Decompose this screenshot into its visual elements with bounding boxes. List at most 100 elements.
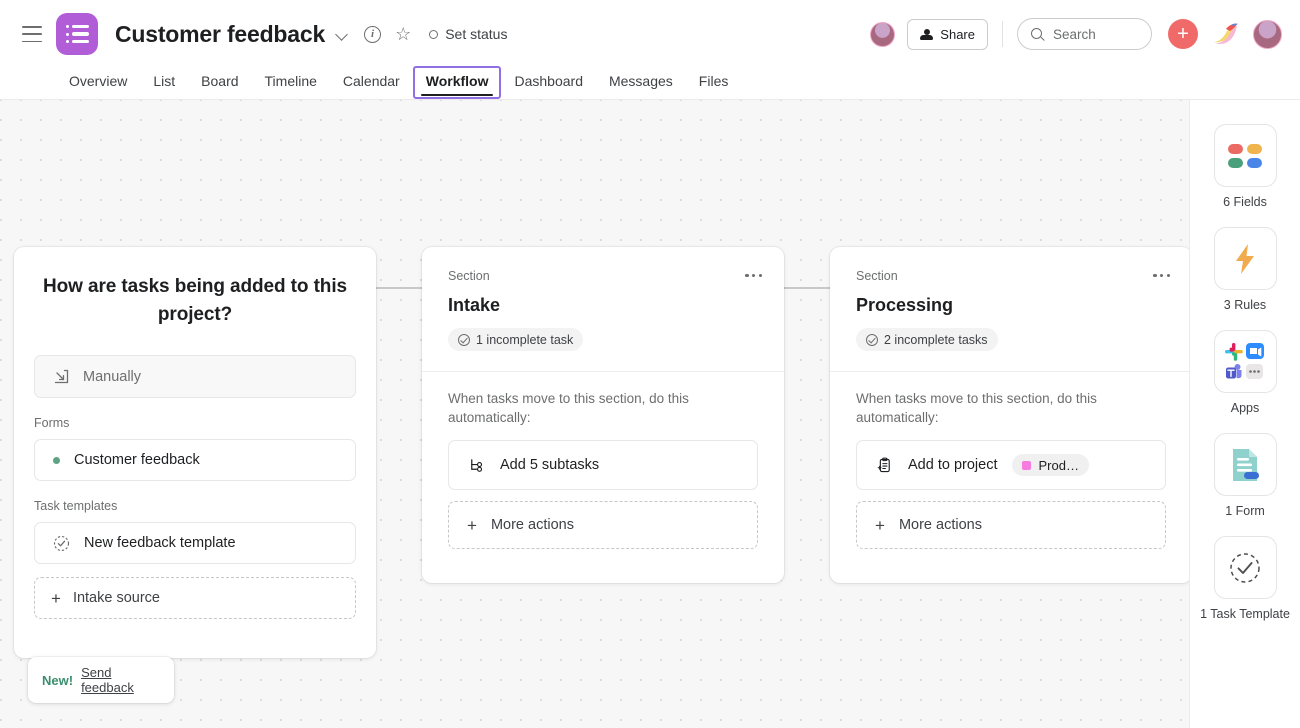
top-bar: Customer feedback i ☆ Set status Share S…: [0, 0, 1300, 68]
automation-hint: When tasks move to this section, do this…: [448, 389, 758, 427]
intake-template-label: New feedback template: [84, 535, 236, 551]
tab-files[interactable]: Files: [686, 73, 742, 99]
color-swatch-icon: [1022, 461, 1031, 470]
share-button[interactable]: Share: [907, 19, 988, 50]
tab-workflow[interactable]: Workflow: [413, 66, 502, 99]
list-project-icon[interactable]: [56, 13, 98, 55]
tab-bar: Overview List Board Timeline Calendar Wo…: [0, 62, 1300, 100]
info-circle-icon[interactable]: i: [364, 26, 381, 43]
rule-action-label: Add 5 subtasks: [500, 457, 599, 473]
sidebar-item-label: Apps: [1231, 400, 1260, 417]
apps-grid-icon: [1214, 330, 1277, 393]
intake-sources-card: How are tasks being added to this projec…: [14, 247, 376, 658]
sidebar-item-form[interactable]: 1 Form: [1199, 433, 1291, 520]
arrow-into-box-icon: [53, 368, 70, 385]
rule-action-label: Add to project: [908, 457, 997, 473]
right-sidebar: 6 Fields 3 Rules: [1189, 100, 1300, 728]
status-ring-icon: [429, 30, 438, 39]
add-intake-source-button[interactable]: + Intake source: [34, 577, 356, 619]
intake-form-label: Customer feedback: [74, 452, 200, 468]
sidebar-item-rules[interactable]: 3 Rules: [1199, 227, 1291, 314]
project-chip-label: Prod…: [1038, 458, 1078, 473]
comet-icon[interactable]: [1212, 23, 1239, 45]
status-badge: 2 incomplete tasks: [856, 328, 998, 351]
section-card-processing: Section Processing 2 incomplete tasks Wh…: [830, 247, 1189, 583]
form-document-icon: [1214, 433, 1277, 496]
intake-manually-item[interactable]: Manually: [34, 355, 356, 398]
more-actions-label: More actions: [491, 517, 574, 533]
feedback-toast: New! Send feedback: [28, 657, 174, 703]
star-outline-icon[interactable]: ☆: [395, 25, 411, 43]
add-to-project-icon: [876, 457, 893, 474]
avatar[interactable]: [870, 22, 895, 47]
project-chip[interactable]: Prod…: [1012, 454, 1088, 476]
section-name: Processing: [856, 295, 1166, 316]
sidebar-item-task-template[interactable]: 1 Task Template: [1199, 536, 1291, 623]
automation-hint: When tasks move to this section, do this…: [856, 389, 1166, 427]
section-header: Section Processing 2 incomplete tasks: [830, 247, 1189, 351]
dashed-check-circle-icon: [53, 535, 70, 552]
intake-card-title: How are tasks being added to this projec…: [34, 273, 356, 329]
section-body: When tasks move to this section, do this…: [422, 372, 784, 549]
section-name: Intake: [448, 295, 758, 316]
intake-template-item[interactable]: New feedback template: [34, 522, 356, 564]
user-avatar[interactable]: [1253, 20, 1282, 49]
sidebar-item-label: 1 Form: [1225, 503, 1265, 520]
more-actions-button[interactable]: + More actions: [856, 501, 1166, 549]
top-bar-right: Share Search +: [870, 18, 1300, 50]
add-intake-source-label: Intake source: [73, 590, 160, 606]
kebab-menu-icon[interactable]: [1153, 274, 1170, 277]
plus-icon: +: [467, 517, 477, 534]
search-placeholder: Search: [1053, 27, 1096, 42]
forms-group-label: Forms: [34, 416, 356, 430]
create-button[interactable]: +: [1168, 19, 1198, 49]
chevron-down-icon[interactable]: [337, 29, 348, 40]
section-kicker: Section: [856, 269, 1166, 283]
page-title: Customer feedback: [115, 21, 325, 48]
section-card-intake: Section Intake 1 incomplete task When ta…: [422, 247, 784, 583]
task-templates-group-label: Task templates: [34, 499, 356, 513]
more-actions-button[interactable]: + More actions: [448, 501, 758, 549]
plus-icon: +: [875, 517, 885, 534]
sidebar-item-fields[interactable]: 6 Fields: [1199, 124, 1291, 211]
rule-action-add-to-project[interactable]: Add to project Prod…: [856, 440, 1166, 490]
incomplete-task-count: 2 incomplete tasks: [884, 333, 988, 347]
tab-dashboard[interactable]: Dashboard: [501, 73, 596, 99]
incomplete-task-count: 1 incomplete task: [476, 333, 573, 347]
section-body: When tasks move to this section, do this…: [830, 372, 1189, 549]
status-badge: 1 incomplete task: [448, 328, 583, 351]
workflow-canvas[interactable]: How are tasks being added to this projec…: [0, 100, 1189, 728]
check-circle-icon: [458, 334, 470, 346]
new-badge: New!: [42, 673, 73, 688]
subtask-icon: [468, 457, 485, 474]
tab-calendar[interactable]: Calendar: [330, 73, 413, 99]
status-dot-icon: [53, 457, 60, 464]
sidebar-item-label: 3 Rules: [1224, 297, 1266, 314]
divider: [1002, 21, 1003, 47]
tab-messages[interactable]: Messages: [596, 73, 686, 99]
sidebar-item-apps[interactable]: Apps: [1199, 330, 1291, 417]
set-status-label: Set status: [445, 26, 507, 42]
tab-overview[interactable]: Overview: [56, 73, 140, 99]
plus-icon: +: [51, 590, 61, 607]
set-status-button[interactable]: Set status: [429, 26, 507, 42]
section-kicker: Section: [448, 269, 758, 283]
tab-board[interactable]: Board: [188, 73, 251, 99]
tab-timeline[interactable]: Timeline: [252, 73, 330, 99]
intake-form-item[interactable]: Customer feedback: [34, 439, 356, 481]
sidebar-item-label: 6 Fields: [1223, 194, 1267, 211]
dashed-check-circle-icon: [1214, 536, 1277, 599]
intake-manually-label: Manually: [83, 369, 141, 385]
check-circle-icon: [866, 334, 878, 346]
sidebar-item-label: 1 Task Template: [1200, 606, 1290, 623]
tab-list[interactable]: List: [140, 73, 188, 99]
send-feedback-link[interactable]: Send feedback: [81, 665, 160, 695]
hamburger-icon[interactable]: [22, 26, 42, 42]
more-actions-label: More actions: [899, 517, 982, 533]
search-icon: [1031, 28, 1044, 41]
fields-grid-icon: [1214, 124, 1277, 187]
share-label: Share: [940, 27, 975, 42]
rule-action-add-subtasks[interactable]: Add 5 subtasks: [448, 440, 758, 490]
kebab-menu-icon[interactable]: [745, 274, 762, 277]
search-input[interactable]: Search: [1017, 18, 1152, 50]
